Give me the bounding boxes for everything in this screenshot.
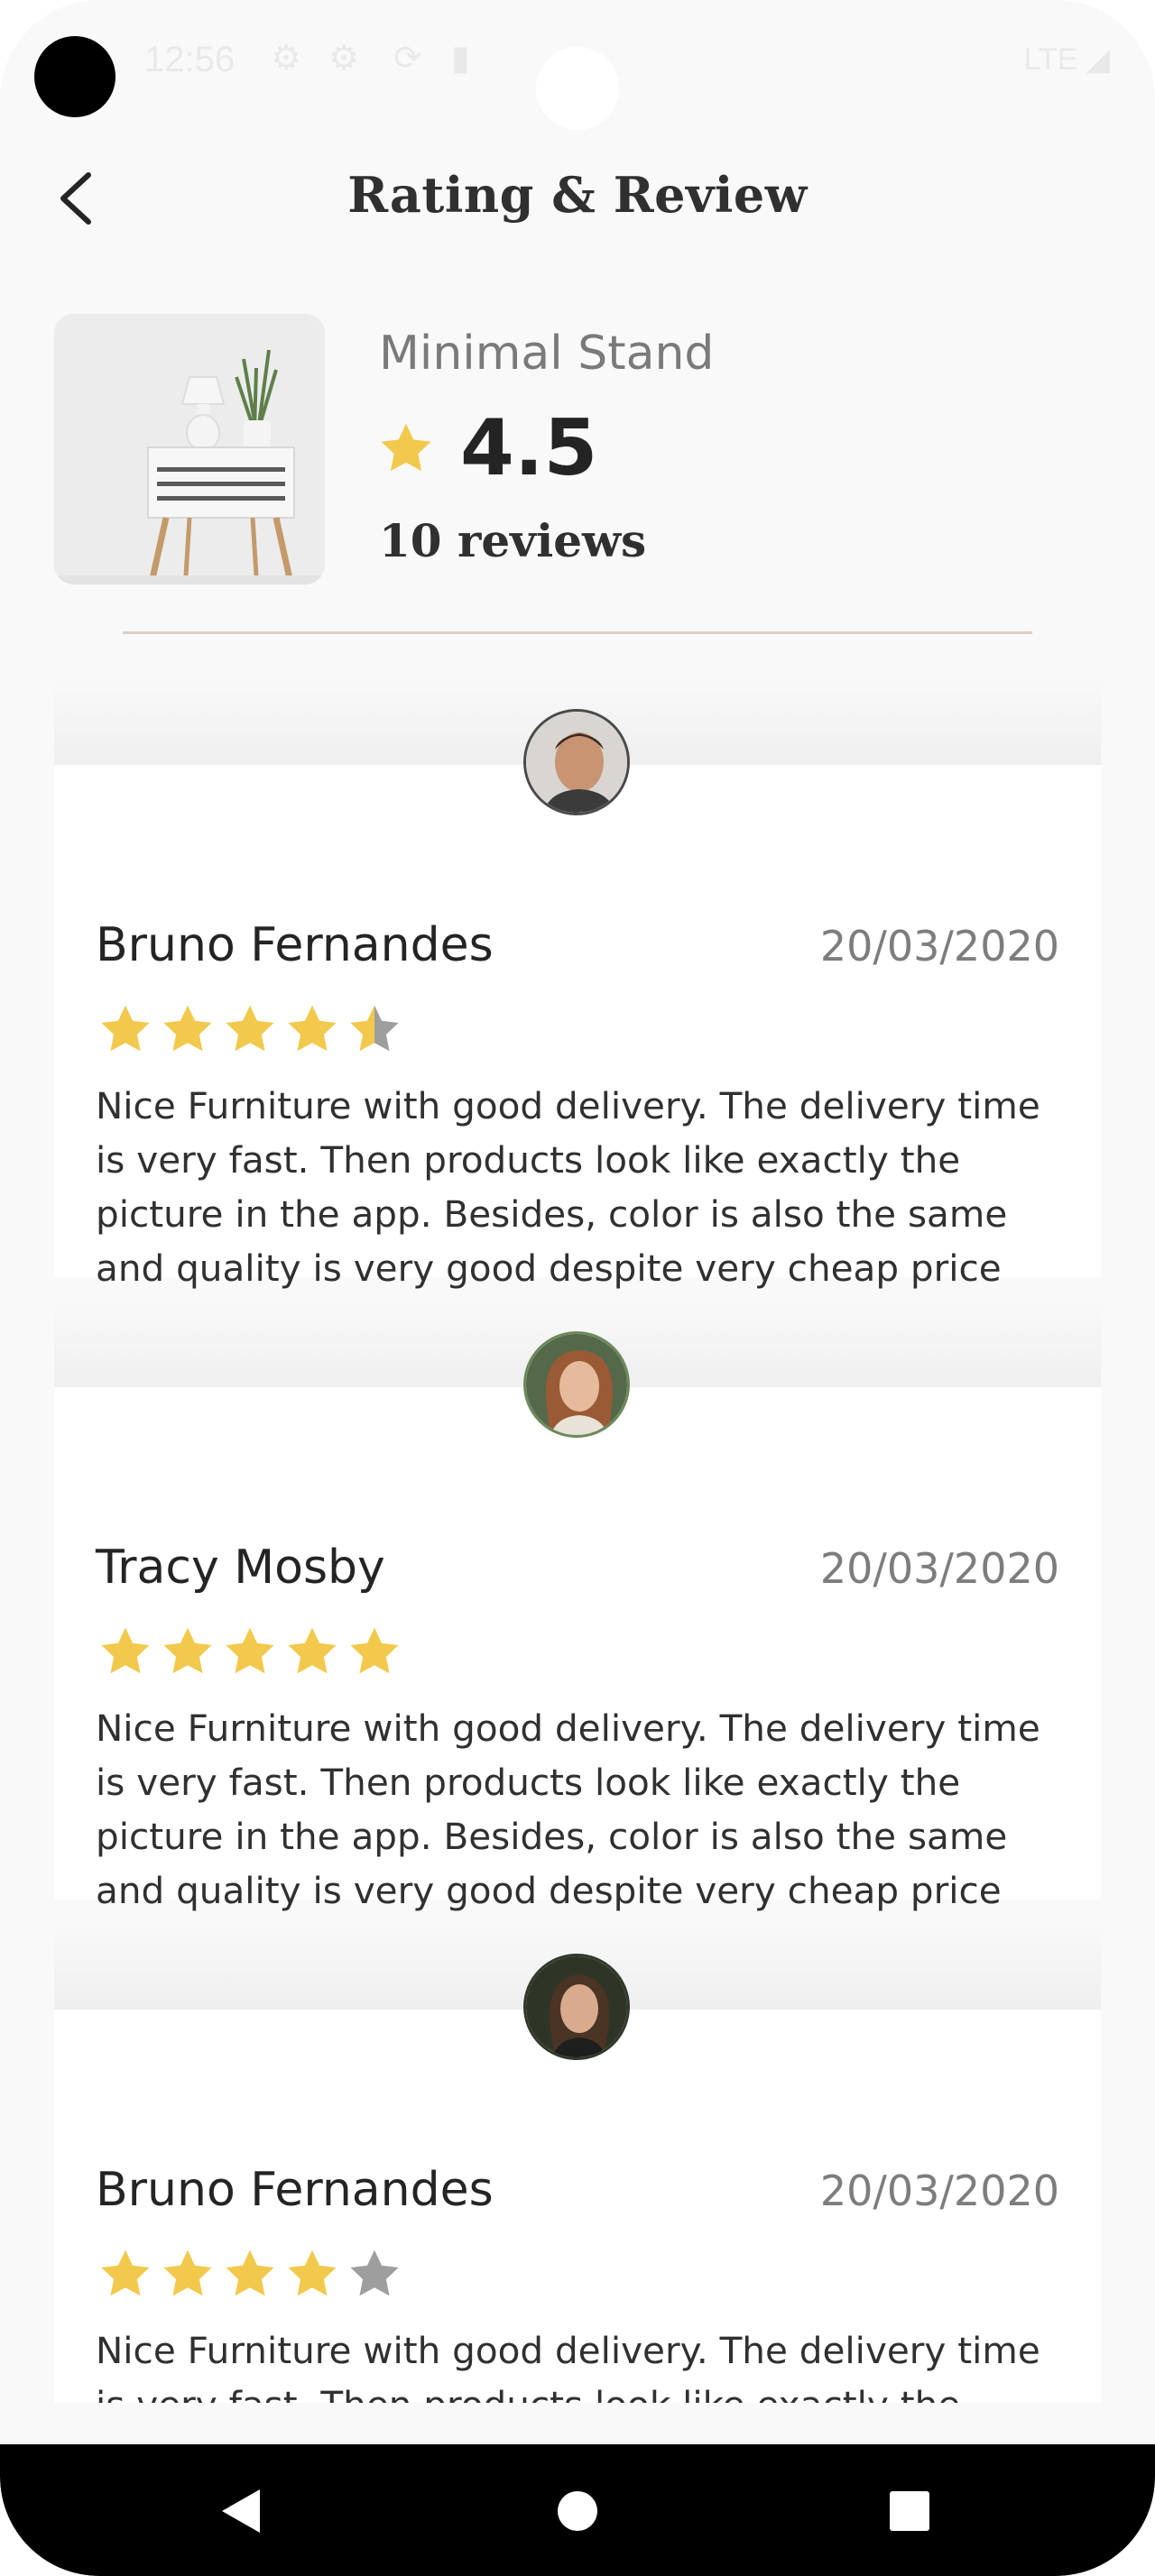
star-rating — [96, 1624, 407, 1681]
average-rating: 4.5 — [377, 403, 597, 493]
product-name: Minimal Stand — [379, 327, 715, 381]
product-image — [54, 314, 325, 584]
review-date: 20/03/2020 — [819, 2167, 1059, 2215]
status-time: 12:56 — [144, 40, 236, 79]
star-icon — [350, 1005, 399, 1052]
star-icon — [350, 1627, 399, 1674]
star-icon — [226, 1005, 274, 1052]
review-text: Nice Furniture with good delivery. The d… — [96, 2329, 1040, 2403]
review-date: 20/03/2020 — [819, 922, 1059, 971]
review-date: 20/03/2020 — [819, 1544, 1059, 1593]
star-icon — [101, 1005, 150, 1052]
star-icon — [288, 1005, 337, 1052]
star-icon — [163, 1627, 212, 1674]
review-list[interactable]: Bruno Fernandes 20/03/2020 Nice Furnitur… — [54, 678, 1101, 2403]
network-status: LTE ◢ — [1024, 41, 1110, 78]
review-text: Nice Furniture with good delivery. The d… — [96, 1707, 1040, 1912]
avatar — [523, 709, 630, 815]
camera-cutout — [34, 36, 116, 117]
star-icon — [288, 2249, 337, 2296]
avatar — [523, 1954, 630, 2060]
star-rating — [96, 1001, 407, 1059]
system-nav-bar — [0, 2444, 1155, 2576]
reviewer-name: Bruno Fernandes — [96, 918, 494, 972]
star-rating — [96, 2246, 407, 2304]
signal-icon: ◢ — [1086, 42, 1110, 77]
sd-card-icon: ▮ — [451, 40, 470, 78]
nav-recents-button[interactable] — [873, 2475, 946, 2547]
circle-home-icon — [558, 2491, 597, 2531]
star-icon — [101, 2249, 150, 2296]
product-summary: Minimal Stand 4.5 10 reviews — [54, 314, 1101, 586]
network-type: LTE — [1023, 42, 1078, 77]
nav-back-button[interactable] — [204, 2475, 276, 2547]
star-icon — [163, 2249, 212, 2296]
front-camera — [536, 47, 619, 130]
phone-screen: 12:56 ⚙ ⚙ ⟳ ▮ LTE ◢ Rating & Review Mini… — [0, 0, 1155, 2576]
star-icon — [101, 1627, 150, 1674]
minimal-stand-illustration — [54, 314, 325, 584]
settings-icon: ⚙ — [271, 40, 302, 78]
reviewer-name: Bruno Fernandes — [96, 2163, 494, 2217]
rating-value: 4.5 — [460, 403, 598, 493]
star-icon — [226, 1627, 274, 1674]
divider — [123, 631, 1032, 634]
status-bar: 12:56 ⚙ ⚙ ⟳ ▮ LTE ◢ — [0, 0, 1155, 130]
reviewer-name: Tracy Mosby — [96, 1541, 385, 1595]
review-card: Bruno Fernandes 20/03/2020 Nice Furnitur… — [54, 765, 1101, 1290]
square-recents-icon — [890, 2491, 929, 2531]
sync-icon: ⟳ — [393, 40, 422, 78]
review-card: Tracy Mosby 20/03/2020 Nice Furniture wi… — [54, 1387, 1101, 1912]
star-icon — [288, 1627, 337, 1674]
review-text: Nice Furniture with good delivery. The d… — [96, 1084, 1040, 1290]
star-icon — [381, 423, 431, 472]
avatar — [523, 1331, 630, 1438]
star-icon — [350, 2249, 399, 2296]
nav-home-button[interactable] — [541, 2475, 614, 2547]
triangle-back-icon — [222, 2489, 260, 2533]
star-icon — [163, 1005, 212, 1052]
page-title: Rating & Review — [347, 166, 808, 224]
review-count: 10 reviews — [379, 514, 647, 567]
review-card: Bruno Fernandes 20/03/2020 Nice Furnitur… — [54, 2010, 1101, 2403]
settings-icon: ⚙ — [328, 40, 360, 78]
star-icon — [226, 2249, 274, 2296]
header: Rating & Review — [0, 153, 1155, 244]
